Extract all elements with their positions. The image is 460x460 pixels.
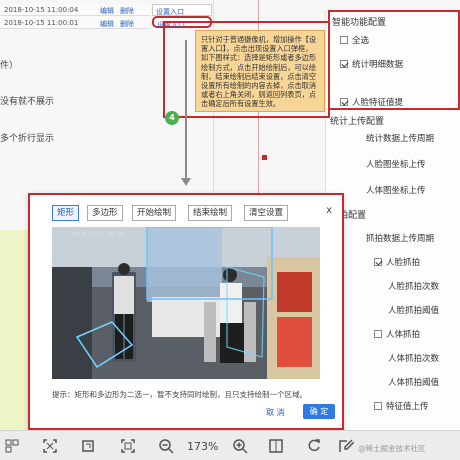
row-datetime: 2018-10-15 11:00:04 [4, 6, 79, 14]
camera-video-frame[interactable]: 2018-10-15 16:30 [52, 227, 320, 379]
row-datetime: 2018-10-15 11:00:01 [4, 19, 79, 27]
confirm-button[interactable]: 确 定 [303, 404, 335, 419]
capture-upload-label: 抓拍数据上传周期 [366, 234, 435, 244]
face-capture-label: 人脸抓拍 [386, 258, 421, 268]
edit-icon[interactable] [338, 438, 354, 454]
set-entry-dialog: 矩形 多边形 开始绘制 结束绘制 清空设置 x 2018-10-15 16:30… [28, 193, 344, 430]
feature-upload-row[interactable]: 特征值上传 [374, 400, 460, 412]
body-capture-label: 人体抓拍 [386, 330, 421, 340]
face-capture-times-label: 人脸抓拍次数 [388, 282, 440, 292]
camera-scene [52, 227, 320, 379]
upload-stat-label: 统计数据上传周期 [366, 134, 435, 144]
end-draw-button[interactable]: 结束绘制 [188, 205, 233, 221]
face-capture-row[interactable]: 人脸抓拍 [374, 256, 460, 268]
body-capture-row[interactable]: 人体抓拍 [374, 328, 460, 340]
feature-upload-label: 特征值上传 [386, 402, 429, 412]
annotation-arrow [185, 40, 187, 180]
left-note: 没有就不展示 [0, 97, 55, 107]
upload-section-title: 统计上传配置 [330, 117, 385, 127]
step-badge: 4 [165, 111, 179, 125]
split-view-icon[interactable] [268, 438, 284, 454]
body-capture-threshold-label: 人体抓拍阈值 [388, 378, 440, 388]
actual-size-icon[interactable] [120, 438, 136, 454]
rectangle-button[interactable]: 矩形 [52, 205, 80, 221]
table-row: 2018-10-15 11:00:01 编辑 删除 [0, 17, 150, 29]
delete-link[interactable]: 删除 [120, 19, 134, 29]
rotate-frame-icon[interactable] [80, 438, 96, 454]
close-icon[interactable]: x [326, 205, 332, 216]
face-coord-label: 人脸图坐标上传 [366, 160, 426, 170]
body-coord-label: 人体图坐标上传 [366, 186, 426, 196]
zoom-in-icon[interactable] [232, 438, 248, 454]
zoom-level: 173% [187, 440, 219, 453]
left-note: 件） [0, 61, 19, 71]
delete-link[interactable]: 删除 [120, 6, 134, 16]
face-capture-threshold-label: 人脸抓拍阈值 [388, 306, 440, 316]
watermark: @稀土掘金技术社区 [358, 444, 426, 453]
body-capture-times-label: 人体抓拍次数 [388, 354, 440, 364]
fit-screen-icon[interactable] [42, 438, 58, 454]
settings-entry-link[interactable]: 设置入口 [152, 4, 212, 16]
rotate-icon[interactable] [306, 438, 322, 454]
polygon-button[interactable]: 多边形 [87, 205, 123, 221]
left-note: 多个折行显示 [0, 134, 55, 144]
checkbox-checked[interactable] [374, 258, 382, 266]
dialog-hint: 提示：矩形和多边形为二选一，暂不支持同时绘制，且只支持绘制一个区域。 [52, 390, 307, 399]
edit-link[interactable]: 编辑 [100, 6, 114, 16]
annotation-highlight-frame [328, 10, 460, 110]
clear-settings-button[interactable]: 清空设置 [244, 205, 289, 221]
viewer-toolbar: 173% @稀土掘金技术社区 [0, 430, 460, 460]
video-timestamp: 2018-10-15 16:30 [70, 231, 125, 238]
start-draw-button[interactable]: 开始绘制 [132, 205, 177, 221]
checkbox[interactable] [374, 330, 382, 338]
table-row: 2018-10-15 11:00:04 编辑 删除 [0, 4, 150, 16]
annotation-marker [262, 155, 267, 160]
left-panel [0, 230, 28, 430]
edit-link[interactable]: 编辑 [100, 19, 114, 29]
checkbox[interactable] [374, 402, 382, 410]
annotation-tooltip: 只针对于普通摄像机，增加操作【设置入口】，点击出现设置入口弹框，如下图样式：选择… [195, 30, 325, 112]
annotation-arrow-head [181, 178, 191, 186]
grid-view-icon[interactable] [4, 438, 20, 454]
cancel-button[interactable]: 取 消 [266, 407, 285, 418]
zoom-out-icon[interactable] [158, 438, 174, 454]
